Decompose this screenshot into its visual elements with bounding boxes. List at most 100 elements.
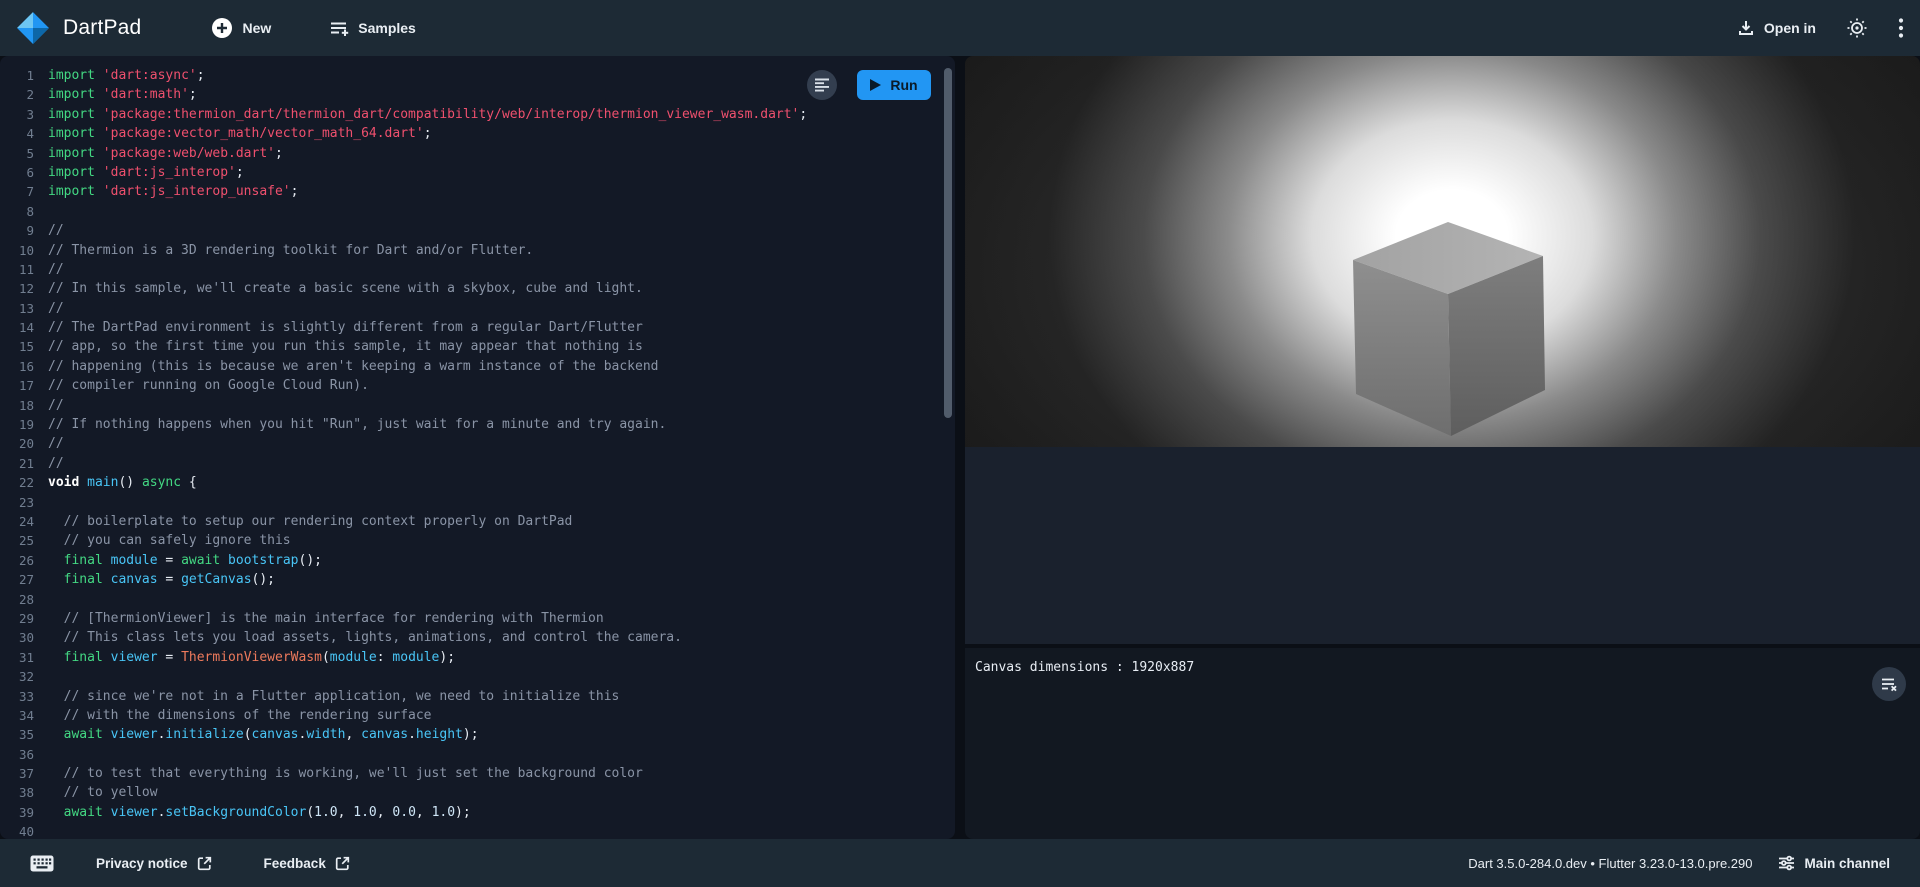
line-number: 5 (0, 144, 34, 163)
code-line[interactable]: 6import 'dart:js_interop'; (0, 163, 955, 182)
code-line-text: // Thermion is a 3D rendering toolkit fo… (48, 241, 533, 260)
run-button[interactable]: Run (857, 70, 931, 100)
code-line[interactable]: 7 import 'dart:js_interop_unsafe'; (0, 182, 955, 201)
code-line[interactable]: 4import 'package:vector_math/vector_math… (0, 124, 955, 143)
code-line[interactable]: 18// (0, 396, 955, 415)
line-number: 11 (0, 260, 34, 279)
code-line[interactable]: 12// In this sample, we'll create a basi… (0, 279, 955, 298)
code-line-text: import 'dart:js_interop_unsafe'; (48, 182, 298, 201)
code-line[interactable]: 26 final module = await bootstrap(); (0, 551, 955, 570)
code-line[interactable]: 34 // with the dimensions of the renderi… (0, 706, 955, 725)
output-panel: Canvas dimensions : 1920x887 (965, 56, 1920, 839)
code-line[interactable]: 25 // you can safely ignore this (0, 531, 955, 550)
privacy-notice-link[interactable]: Privacy notice (96, 856, 212, 871)
code-line-text: // [ThermionViewer] is the main interfac… (48, 609, 604, 628)
code-line[interactable]: 15// app, so the first time you run this… (0, 337, 955, 356)
frame-background (965, 447, 1920, 644)
keyboard-icon (30, 855, 54, 872)
line-number: 27 (0, 570, 34, 589)
line-number: 26 (0, 551, 34, 570)
code-line[interactable]: 21// (0, 454, 955, 473)
line-number: 7 (0, 182, 34, 201)
feedback-link[interactable]: Feedback (264, 856, 350, 871)
new-button[interactable]: New (211, 17, 271, 39)
code-line[interactable]: 39 await viewer.setBackgroundColor(1.0, … (0, 803, 955, 822)
overflow-menu-button[interactable] (1898, 17, 1904, 39)
code-line[interactable]: 13// (0, 299, 955, 318)
code-line[interactable]: 5 import 'package:web/web.dart'; (0, 144, 955, 163)
open-in-button[interactable]: Open in (1737, 19, 1816, 37)
code-line[interactable]: 23 (0, 493, 955, 512)
console-panel: Canvas dimensions : 1920x887 (965, 648, 1920, 839)
line-number: 32 (0, 667, 34, 686)
code-line-text: // This class lets you load assets, ligh… (48, 628, 682, 647)
code-line[interactable]: 24 // boilerplate to setup our rendering… (0, 512, 955, 531)
privacy-notice-label: Privacy notice (96, 856, 188, 871)
code-line-text: import 'package:web/web.dart'; (48, 144, 283, 163)
code-line[interactable]: 3import 'package:thermion_dart/thermion_… (0, 105, 955, 124)
dartpad-app: DartPad New Samples (0, 0, 1920, 887)
code-line-text: await viewer.setBackgroundColor(1.0, 1.0… (48, 803, 471, 822)
theme-brightness-button[interactable] (1846, 17, 1868, 39)
code-line[interactable]: 8 (0, 202, 955, 221)
line-number: 25 (0, 531, 34, 550)
code-line-text: // (48, 434, 64, 453)
code-line[interactable]: 17// compiler running on Google Cloud Ru… (0, 376, 955, 395)
code-line[interactable]: 36 (0, 745, 955, 764)
editor-scrollbar[interactable] (944, 68, 952, 418)
code-line[interactable]: 33 // since we're not in a Flutter appli… (0, 687, 955, 706)
code-line-text: // (48, 260, 64, 279)
line-number: 3 (0, 105, 34, 124)
code-line[interactable]: 29 // [ThermionViewer] is the main inter… (0, 609, 955, 628)
keyboard-shortcuts-button[interactable] (30, 855, 54, 872)
code-line[interactable]: 28 (0, 590, 955, 609)
render-canvas[interactable] (965, 56, 1920, 447)
code-editor-panel[interactable]: 1import 'dart:async';2import 'dart:math'… (0, 56, 955, 839)
line-number: 9 (0, 221, 34, 240)
code-line-text: // (48, 396, 64, 415)
editor-actions: Run (807, 70, 931, 100)
code-line-text: // you can safely ignore this (48, 531, 291, 550)
code-line[interactable]: 19// If nothing happens when you hit "Ru… (0, 415, 955, 434)
new-button-label: New (242, 20, 271, 36)
top-bar: DartPad New Samples (0, 0, 1920, 56)
code-line[interactable]: 10 // Thermion is a 3D rendering toolkit … (0, 241, 955, 260)
line-number: 36 (0, 745, 34, 764)
code-line-text: await viewer.initialize(canvas.width, ca… (48, 725, 479, 744)
line-number: 29 (0, 609, 34, 628)
run-button-label: Run (890, 77, 917, 93)
tune-icon (1778, 855, 1795, 871)
code-line[interactable]: 14// The DartPad environment is slightly… (0, 318, 955, 337)
format-button[interactable] (807, 70, 837, 100)
brightness-icon (1846, 17, 1868, 39)
code-line-text: // boilerplate to setup our rendering co… (48, 512, 572, 531)
code-line[interactable]: 22void main() async { (0, 473, 955, 492)
line-number: 8 (0, 202, 34, 221)
code-line-text: final module = await bootstrap(); (48, 551, 322, 570)
code-line[interactable]: 9// (0, 221, 955, 240)
clear-console-button[interactable] (1872, 667, 1906, 701)
line-number: 10 (0, 241, 34, 260)
code-line-text: // (48, 454, 64, 473)
channel-selector[interactable]: Main channel (1778, 855, 1890, 871)
code-line-text: // In this sample, we'll create a basic … (48, 279, 643, 298)
format-align-icon (814, 78, 830, 92)
code-line[interactable]: 31 final viewer = ThermionViewerWasm(mod… (0, 648, 955, 667)
code-line[interactable]: 37 // to test that everything is working… (0, 764, 955, 783)
code-line[interactable]: 27 final canvas = getCanvas(); (0, 570, 955, 589)
code-line[interactable]: 11 // (0, 260, 955, 279)
code-lines: 1import 'dart:async';2import 'dart:math'… (0, 56, 955, 839)
code-line[interactable]: 38 // to yellow (0, 783, 955, 802)
code-line[interactable]: 20// (0, 434, 955, 453)
code-line[interactable]: 35 await viewer.initialize(canvas.width,… (0, 725, 955, 744)
code-line-text: // app, so the first time you run this s… (48, 337, 643, 356)
console-output-text: Canvas dimensions : 1920x887 (975, 660, 1194, 675)
code-line-text: // to yellow (48, 783, 158, 802)
line-number: 19 (0, 415, 34, 434)
code-line[interactable]: 16// happening (this is because we aren'… (0, 357, 955, 376)
code-line[interactable]: 32 (0, 667, 955, 686)
code-line[interactable]: 40 (0, 822, 955, 839)
code-line-text: final canvas = getCanvas(); (48, 570, 275, 589)
code-line[interactable]: 30 // This class lets you load assets, l… (0, 628, 955, 647)
samples-button[interactable]: Samples (329, 19, 416, 37)
